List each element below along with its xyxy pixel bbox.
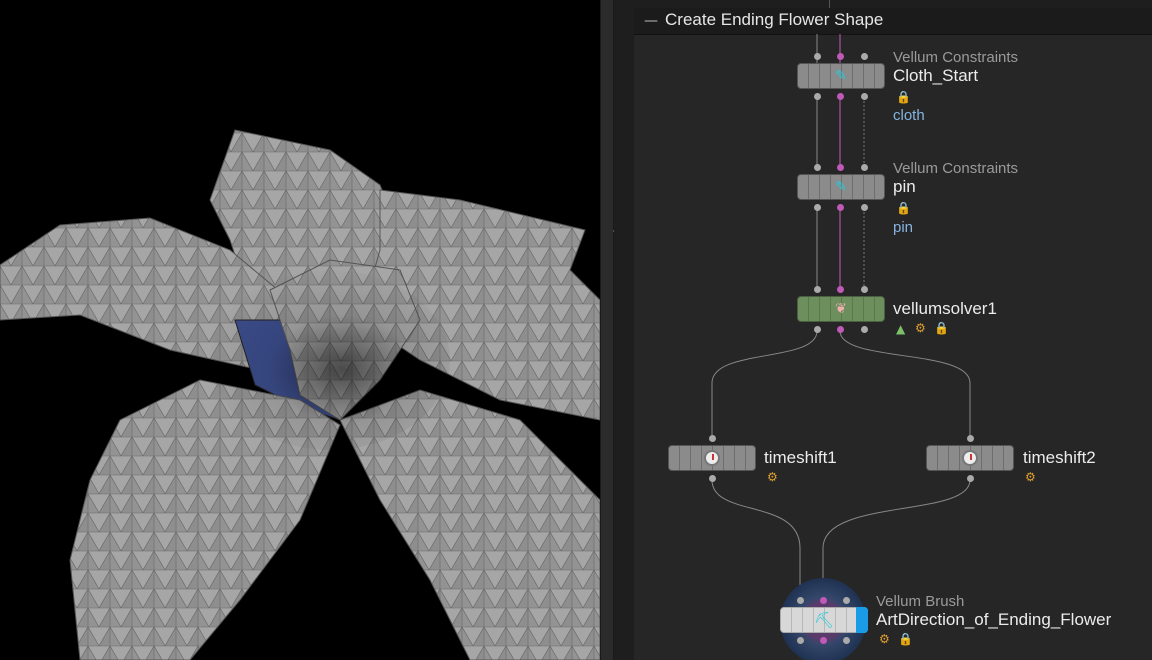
input-connector[interactable] <box>709 435 716 442</box>
output-connector[interactable] <box>837 204 844 211</box>
viewport-3d[interactable] <box>0 0 600 660</box>
input-connector[interactable] <box>814 286 821 293</box>
input-connector[interactable] <box>861 286 868 293</box>
output-connector[interactable] <box>814 326 821 333</box>
node-name-label[interactable]: timeshift1 <box>764 448 837 468</box>
node-name-label[interactable]: vellumsolver1 <box>893 299 997 319</box>
input-connector[interactable] <box>861 164 868 171</box>
output-connector[interactable] <box>797 637 804 644</box>
input-connector[interactable] <box>820 597 827 604</box>
node-vellumsolver1[interactable]: ❦ <box>797 296 885 322</box>
input-connector[interactable] <box>797 597 804 604</box>
node-name-label[interactable]: timeshift2 <box>1023 448 1096 468</box>
gear-icon: ⚙ <box>1025 470 1036 484</box>
input-connector[interactable] <box>814 53 821 60</box>
output-connector[interactable] <box>861 326 868 333</box>
input-connector[interactable] <box>861 53 868 60</box>
clock-icon <box>704 450 720 466</box>
pane-splitter[interactable] <box>600 0 617 660</box>
node-artdirection[interactable]: ⛏ <box>780 607 868 633</box>
node-pin[interactable]: ✎ <box>797 174 885 200</box>
input-connector[interactable] <box>837 164 844 171</box>
output-connector[interactable] <box>709 475 716 482</box>
node-name-label[interactable]: pin <box>893 177 916 197</box>
node-timeshift2[interactable] <box>926 445 1014 471</box>
output-connector[interactable] <box>814 204 821 211</box>
gear-icon: ⚙ <box>915 321 926 335</box>
output-connector[interactable] <box>967 475 974 482</box>
node-name-label[interactable]: ArtDirection_of_Ending_Flower <box>876 610 1111 630</box>
input-connector[interactable] <box>814 164 821 171</box>
node-name-label[interactable]: Cloth_Start <box>893 66 978 86</box>
lock-icon: 🔒 <box>896 90 911 104</box>
pane-gap <box>614 0 634 660</box>
lock-icon: 🔒 <box>898 632 913 646</box>
output-connector[interactable] <box>820 637 827 644</box>
output-connector[interactable] <box>861 93 868 100</box>
node-type-label: Vellum Brush <box>876 593 965 610</box>
pin-icon: ✎ <box>835 179 847 195</box>
output-connector[interactable] <box>837 326 844 333</box>
vellum-solver-icon: ❦ <box>835 301 847 317</box>
node-wires <box>711 34 971 601</box>
node-timeshift1[interactable] <box>668 445 756 471</box>
node-group-label: pin <box>893 219 914 236</box>
output-connector[interactable] <box>837 93 844 100</box>
render-flag-icon: ▲ <box>896 322 906 336</box>
flower-mesh <box>0 129 600 660</box>
node-cloth-start[interactable]: ✎ <box>797 63 885 89</box>
lock-icon: 🔒 <box>896 201 911 215</box>
pin-icon: ✎ <box>835 68 847 84</box>
node-type-label: Vellum Constraints <box>893 160 1019 177</box>
input-connector[interactable] <box>967 435 974 442</box>
node-group-label: cloth <box>893 107 925 124</box>
network-top-strip <box>634 0 1152 8</box>
output-connector[interactable] <box>814 93 821 100</box>
node-type-label: Vellum Constraints <box>893 49 1019 66</box>
input-connector[interactable] <box>837 53 844 60</box>
gear-icon: ⚙ <box>879 632 890 646</box>
display-flag-icon[interactable] <box>856 607 868 633</box>
output-connector[interactable] <box>861 204 868 211</box>
output-connector[interactable] <box>843 637 850 644</box>
brush-icon: ⛏ <box>813 610 835 630</box>
gear-icon: ⚙ <box>767 470 778 484</box>
input-connector[interactable] <box>837 286 844 293</box>
input-connector[interactable] <box>843 597 850 604</box>
network-editor[interactable]: — Create Ending Flower Shape ✎ Vellum Co… <box>634 8 1152 660</box>
lock-icon: 🔒 <box>934 321 949 335</box>
clock-icon <box>962 450 978 466</box>
